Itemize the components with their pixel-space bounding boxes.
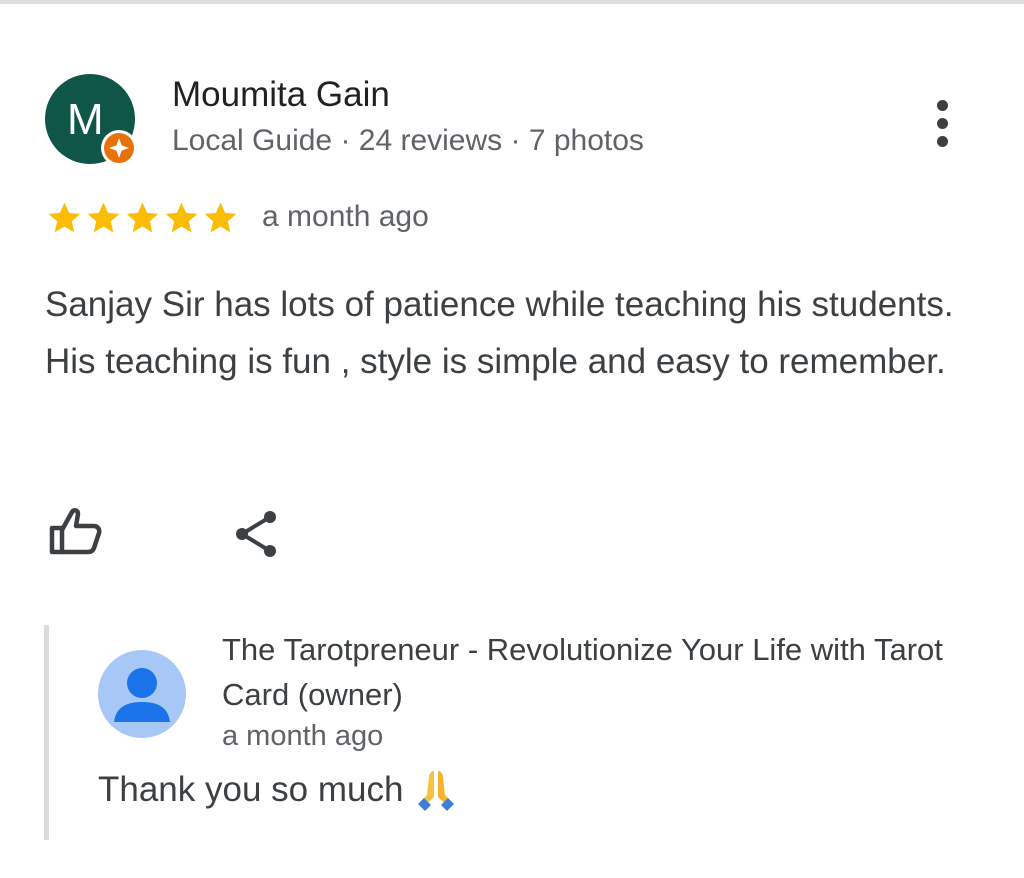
owner-response-date: a month ago: [222, 720, 384, 752]
folded-hands-icon: [418, 771, 455, 811]
star-icon: [126, 202, 159, 233]
owner-name: The Tarotpreneur - Revolutionize Your Li…: [222, 632, 943, 712]
star-icon: [87, 202, 120, 233]
person-icon: [114, 668, 170, 722]
owner-avatar: [98, 650, 186, 738]
more-vert-icon[interactable]: [920, 94, 966, 154]
star-icon: [48, 202, 81, 233]
review-card: M Moumita Gain Local Guide · 24 reviews …: [0, 0, 1024, 878]
author-meta[interactable]: Local Guide · 24 reviews · 7 photos: [172, 124, 644, 158]
local-guide-badge-icon: [101, 130, 137, 166]
thumb-up-icon[interactable]: [44, 502, 106, 562]
star-icon: [165, 202, 198, 233]
owner-response: Thank you so much: [98, 767, 457, 813]
star-rating: [45, 198, 240, 238]
star-icon: [204, 202, 237, 233]
owner-response-text: Thank you so much: [98, 770, 404, 809]
share-icon[interactable]: [228, 506, 284, 562]
review-date: a month ago: [262, 200, 429, 233]
owner-reply-divider: [44, 625, 49, 840]
review-text: Sanjay Sir has lots of patience while te…: [45, 285, 954, 381]
author-name[interactable]: Moumita Gain: [172, 75, 390, 115]
top-divider: [0, 0, 1024, 4]
